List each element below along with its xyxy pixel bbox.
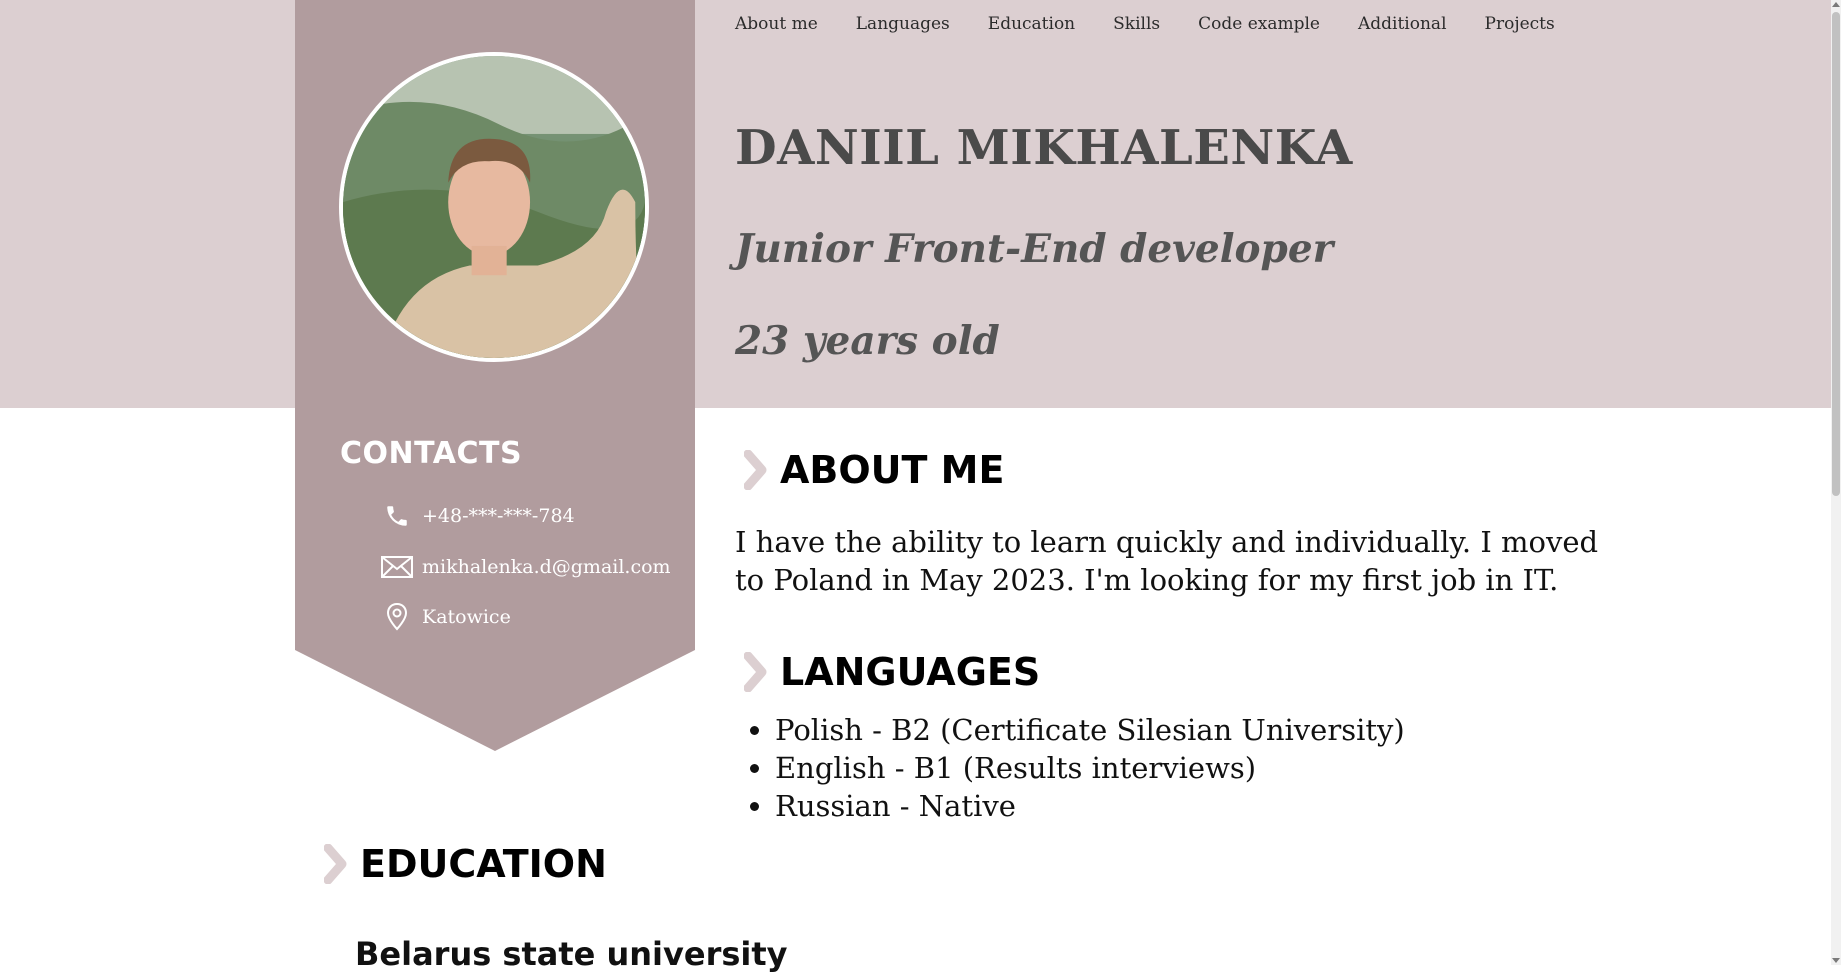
top-navigation: About me Languages Education Skills Code… [735, 14, 1593, 34]
job-title: Junior Front-End developer [735, 226, 1334, 272]
about-me-text: I have the ability to learn quickly and … [735, 525, 1599, 597]
mail-icon [380, 552, 414, 582]
contact-email: mikhalenka.d@gmail.com [380, 552, 671, 582]
location-pin-icon [380, 602, 414, 632]
list-item: Russian - Native [775, 787, 1405, 825]
nav-code-example[interactable]: Code example [1198, 14, 1320, 34]
age-text: 23 years old [735, 318, 1000, 364]
list-item: Polish - B2 (Certificate Silesian Univer… [775, 711, 1405, 749]
scrollbar-thumb[interactable] [1832, 12, 1840, 496]
contacts-heading: CONTACTS [340, 436, 523, 471]
scroll-down-arrow-icon[interactable] [1832, 958, 1840, 963]
email-link[interactable]: mikhalenka.d@gmail.com [422, 556, 671, 578]
person-name: DANIIL MIKHALENKA [735, 120, 1353, 176]
phone-icon [380, 501, 414, 531]
profile-photo [339, 52, 649, 362]
phone-number: +48-***-***-784 [422, 505, 575, 527]
education-heading: EDUCATION [324, 842, 607, 886]
scroll-up-arrow-icon[interactable] [1832, 2, 1840, 7]
nav-about-me[interactable]: About me [735, 14, 818, 34]
education-item-title: Belarus state university [355, 935, 788, 973]
contact-location: Katowice [380, 602, 511, 632]
nav-skills[interactable]: Skills [1113, 14, 1160, 34]
languages-heading: LANGUAGES [744, 650, 1040, 694]
vertical-scrollbar[interactable] [1831, 0, 1841, 965]
about-me-heading: ABOUT ME [744, 448, 1004, 492]
chevron-right-icon [744, 652, 767, 692]
list-item: English - B1 (Results interviews) [775, 749, 1405, 787]
nav-projects[interactable]: Projects [1485, 14, 1555, 34]
contact-phone: +48-***-***-784 [380, 501, 575, 531]
nav-education[interactable]: Education [988, 14, 1075, 34]
nav-additional[interactable]: Additional [1358, 14, 1447, 34]
nav-languages[interactable]: Languages [856, 14, 950, 34]
location-text: Katowice [422, 606, 511, 628]
languages-list: Polish - B2 (Certificate Silesian Univer… [735, 711, 1405, 825]
chevron-right-icon [744, 450, 767, 490]
chevron-right-icon [324, 844, 347, 884]
